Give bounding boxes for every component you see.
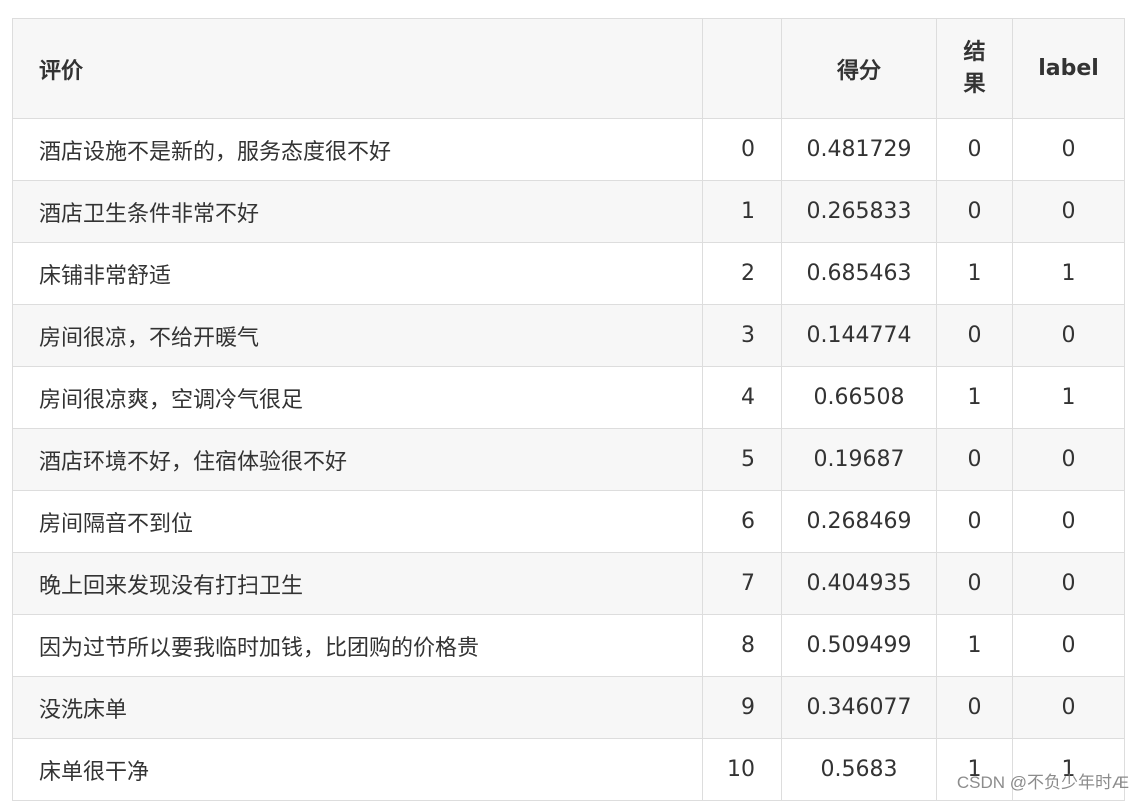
cell-score: 0.66508 — [781, 366, 937, 429]
cell-label: 0 — [1012, 676, 1125, 739]
cell-review: 没洗床单 — [12, 676, 703, 739]
cell-review: 酒店设施不是新的，服务态度很不好 — [12, 118, 703, 181]
cell-label: 1 — [1012, 366, 1125, 429]
cell-score: 0.144774 — [781, 304, 937, 367]
header-label: label — [1012, 18, 1125, 119]
table-row: 晚上回来发现没有打扫卫生 7 0.404935 0 0 — [12, 552, 1125, 615]
header-result: 结 果 — [936, 18, 1013, 119]
cell-score: 0.19687 — [781, 428, 937, 491]
header-review: 评价 — [12, 18, 703, 119]
cell-index: 1 — [702, 180, 782, 243]
cell-review: 酒店环境不好，住宿体验很不好 — [12, 428, 703, 491]
header-score: 得分 — [781, 18, 937, 119]
cell-index: 5 — [702, 428, 782, 491]
cell-score: 0.481729 — [781, 118, 937, 181]
cell-score: 0.265833 — [781, 180, 937, 243]
table-row: 酒店设施不是新的，服务态度很不好 0 0.481729 0 0 — [12, 118, 1125, 181]
table-header: 评价 得分 结 果 label — [12, 18, 1125, 119]
cell-score: 0.5683 — [781, 738, 937, 801]
cell-score: 0.268469 — [781, 490, 937, 553]
table-row: 房间隔音不到位 6 0.268469 0 0 — [12, 490, 1125, 553]
cell-result: 0 — [936, 428, 1013, 491]
cell-label: 1 — [1012, 242, 1125, 305]
cell-label: 0 — [1012, 552, 1125, 615]
header-row: 评价 得分 结 果 label — [12, 18, 1125, 119]
cell-label: 0 — [1012, 614, 1125, 677]
cell-label: 0 — [1012, 304, 1125, 367]
cell-index: 8 — [702, 614, 782, 677]
table-row: 酒店卫生条件非常不好 1 0.265833 0 0 — [12, 180, 1125, 243]
header-index — [702, 18, 782, 119]
cell-result: 0 — [936, 676, 1013, 739]
cell-index: 4 — [702, 366, 782, 429]
header-result-line1: 结 — [963, 39, 986, 65]
cell-result: 1 — [936, 614, 1013, 677]
cell-index: 7 — [702, 552, 782, 615]
cell-result: 0 — [936, 490, 1013, 553]
cell-result: 0 — [936, 180, 1013, 243]
cell-review: 房间很凉爽，空调冷气很足 — [12, 366, 703, 429]
table-body: 酒店设施不是新的，服务态度很不好 0 0.481729 0 0 酒店卫生条件非常… — [12, 118, 1125, 801]
cell-score: 0.509499 — [781, 614, 937, 677]
cell-review: 房间隔音不到位 — [12, 490, 703, 553]
cell-score: 0.685463 — [781, 242, 937, 305]
header-result-line2: 果 — [963, 71, 986, 97]
cell-score: 0.404935 — [781, 552, 937, 615]
cell-label: 0 — [1012, 118, 1125, 181]
cell-review: 晚上回来发现没有打扫卫生 — [12, 552, 703, 615]
cell-result: 0 — [936, 118, 1013, 181]
cell-index: 3 — [702, 304, 782, 367]
cell-index: 2 — [702, 242, 782, 305]
table-row: 酒店环境不好，住宿体验很不好 5 0.19687 0 0 — [12, 428, 1125, 491]
cell-label: 0 — [1012, 428, 1125, 491]
cell-result: 0 — [936, 552, 1013, 615]
cell-index: 10 — [702, 738, 782, 801]
cell-review: 床单很干净 — [12, 738, 703, 801]
cell-label: 0 — [1012, 180, 1125, 243]
cell-score: 0.346077 — [781, 676, 937, 739]
table-row: 没洗床单 9 0.346077 0 0 — [12, 676, 1125, 739]
cell-result: 1 — [936, 366, 1013, 429]
cell-index: 6 — [702, 490, 782, 553]
cell-result: 0 — [936, 304, 1013, 367]
cell-index: 9 — [702, 676, 782, 739]
cell-result: 1 — [936, 242, 1013, 305]
cell-review: 酒店卫生条件非常不好 — [12, 180, 703, 243]
cell-index: 0 — [702, 118, 782, 181]
csdn-watermark: CSDN @不负少年时Æ — [956, 773, 1129, 792]
table-row: 床铺非常舒适 2 0.685463 1 1 — [12, 242, 1125, 305]
table-row: 因为过节所以要我临时加钱，比团购的价格贵 8 0.509499 1 0 — [12, 614, 1125, 677]
cell-review: 房间很凉，不给开暖气 — [12, 304, 703, 367]
table-row: 房间很凉，不给开暖气 3 0.144774 0 0 — [12, 304, 1125, 367]
table-row: 房间很凉爽，空调冷气很足 4 0.66508 1 1 — [12, 366, 1125, 429]
results-table: 评价 得分 结 果 label 酒店设施不是新的，服务态度很不好 0 0.481… — [12, 18, 1125, 801]
cell-review: 床铺非常舒适 — [12, 242, 703, 305]
cell-label: 0 — [1012, 490, 1125, 553]
cell-review: 因为过节所以要我临时加钱，比团购的价格贵 — [12, 614, 703, 677]
